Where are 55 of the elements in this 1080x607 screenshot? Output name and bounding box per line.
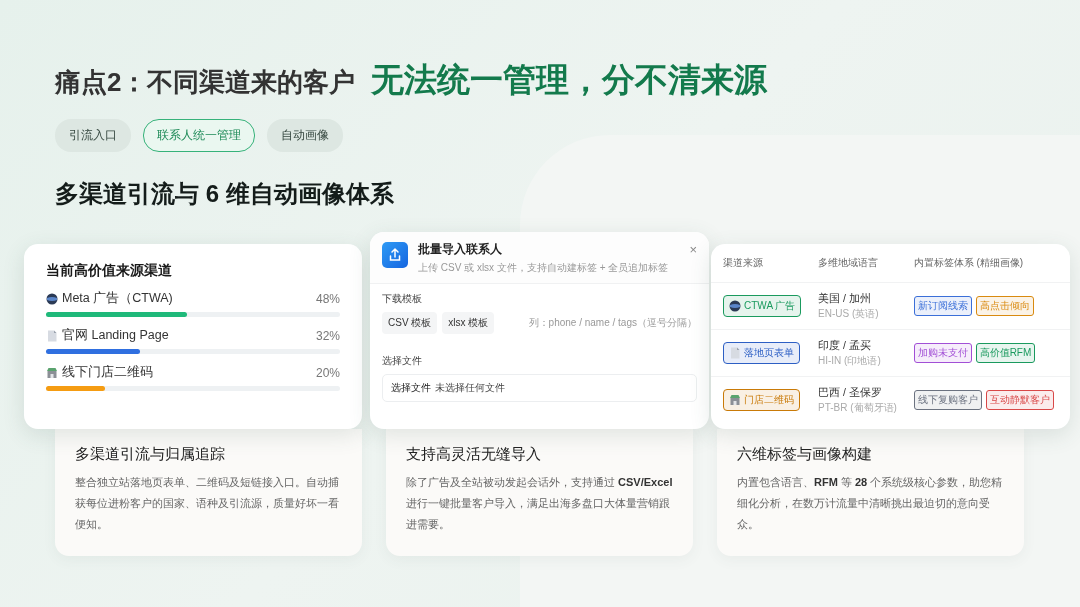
tab-pill[interactable]: 自动画像 bbox=[267, 119, 343, 152]
globe-icon bbox=[46, 292, 58, 305]
page-icon bbox=[46, 329, 58, 342]
locale-text: EN-US (英语) bbox=[818, 306, 880, 321]
region-text: 巴西 / 圣保罗 bbox=[818, 385, 883, 400]
store-icon bbox=[46, 366, 58, 379]
channel-label: 官网 Landing Page bbox=[62, 327, 169, 344]
region-text: 印度 / 孟买 bbox=[818, 338, 872, 353]
template-button[interactable]: xlsx 模板 bbox=[442, 312, 495, 334]
globe-icon bbox=[729, 300, 741, 312]
source-tag: CTWA 广告 bbox=[723, 295, 802, 317]
section-label: 选择文件 bbox=[382, 354, 423, 368]
channel-percent: 32% bbox=[315, 328, 340, 343]
column-header: 内置标签体系 (精细画像) bbox=[901, 248, 1070, 283]
file-status: 未选择任何文件 bbox=[435, 381, 505, 395]
feature-title: 支持高灵活无缝导入 bbox=[406, 445, 542, 464]
dialog-description: 上传 CSV 或 xlsx 文件，支持自动建标签 + 全员追加标签 bbox=[418, 261, 670, 275]
section-label: 下载模板 bbox=[382, 292, 423, 306]
source-tag: 落地页表单 bbox=[723, 342, 800, 364]
profile-tag: 加购未支付 bbox=[913, 343, 972, 363]
template-button[interactable]: CSV 模板 bbox=[382, 312, 438, 334]
locale-text: PT-BR (葡萄牙语) bbox=[818, 400, 898, 415]
dialog-title: 批量导入联系人 bbox=[418, 242, 503, 257]
profile-tag: 互动静默客户 bbox=[985, 390, 1054, 410]
feature-text: 整合独立站落地页表单、二维码及短链接入口。自动捕获每位进粉客户的国家、语种及引流源，质量好坏一看便知。 bbox=[75, 475, 340, 532]
card-title: 当前高价值来源渠道 bbox=[46, 262, 173, 280]
channel-label: Meta 广告（CTWA) bbox=[62, 290, 173, 307]
section-heading: 多渠道引流与 6 维自动画像体系 bbox=[55, 179, 395, 209]
channel-label: 线下门店二维码 bbox=[62, 364, 153, 381]
tab-pill[interactable]: 联系人统一管理 bbox=[143, 119, 255, 152]
column-header: 渠道来源 bbox=[711, 248, 806, 283]
feature-text: 内置包含语言、RFM 等 28 个系统级核心参数，助您精细化分析，在数万计流量中清晰挑出最迫切的意向受众。 bbox=[737, 475, 1004, 532]
channel-percent: 48% bbox=[315, 291, 340, 306]
feature-title: 多渠道引流与归属追踪 bbox=[75, 445, 226, 464]
choose-file-button[interactable]: 选择文件 bbox=[391, 381, 431, 395]
columns-hint: 列：phone / name / tags（逗号分隔） bbox=[528, 316, 697, 330]
profile-tag: 高点击倾向 bbox=[975, 296, 1034, 316]
feature-title: 六维标签与画像构建 bbox=[737, 445, 873, 464]
upload-icon bbox=[382, 242, 408, 268]
slide-title: 痛点2：不同渠道来的客户 bbox=[55, 66, 356, 99]
locale-text: HI-IN (印地语) bbox=[818, 353, 882, 368]
store-icon bbox=[729, 394, 741, 406]
file-input[interactable]: 选择文件 未选择任何文件 bbox=[382, 374, 697, 402]
profile-tag: 新订阅线索 bbox=[913, 296, 972, 316]
region-text: 美国 / 加州 bbox=[818, 291, 872, 306]
channel-percent: 20% bbox=[315, 365, 340, 380]
profile-tag: 线下复购客户 bbox=[913, 390, 982, 410]
source-tag: 门店二维码 bbox=[723, 389, 800, 411]
close-button[interactable]: × bbox=[689, 242, 697, 257]
column-header: 多维地域语言 bbox=[806, 248, 902, 283]
page-icon bbox=[729, 347, 741, 359]
profile-tag: 高价值RFM bbox=[975, 343, 1036, 363]
tab-pill[interactable]: 引流入口 bbox=[55, 119, 131, 152]
title-highlight: 无法统一管理，分不清来源 bbox=[371, 60, 768, 100]
feature-text: 除了广告及全站被动发起会话外，支持通过 CSV/Excel 进行一键批量客户导入，满足出海多盘口大体量营销跟进需要。 bbox=[406, 475, 673, 532]
